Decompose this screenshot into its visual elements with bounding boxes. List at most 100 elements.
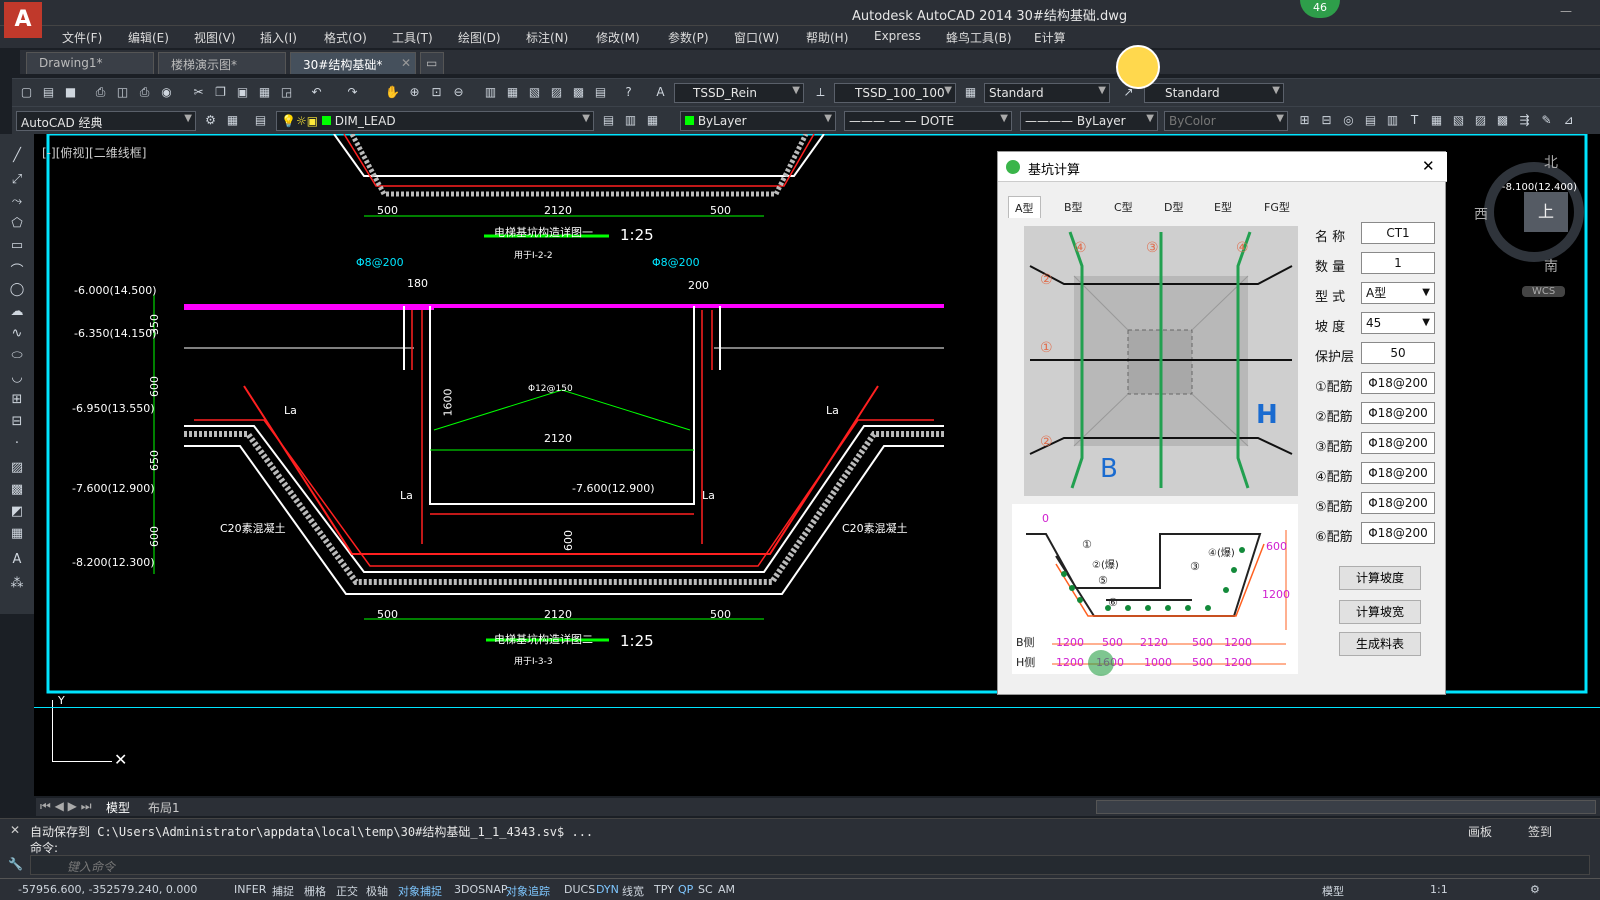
tssd-tool-2-icon[interactable]: ⊟ [1318,112,1335,129]
dim-style-icon[interactable]: ⟂ [812,84,829,101]
rebar3-input[interactable]: Φ18@200 [1361,432,1435,454]
toggle-grid[interactable]: 栅格 [304,883,326,899]
add-selected-icon[interactable]: ⁂ [8,576,26,594]
tab-type-a[interactable]: A型 [1008,196,1041,218]
layer-select[interactable]: 💡☼▣ DIM_LEAD ▼ [276,111,594,131]
arc-icon[interactable]: ⌒ [8,260,26,279]
cut-icon[interactable]: ✂ [190,84,207,101]
rebar1-input[interactable]: Φ18@200 [1361,372,1435,394]
designcenter-icon[interactable]: ▦ [504,84,521,101]
dim-style-select[interactable]: TSSD_100_100 ▼ [834,83,956,103]
calc-slope-width-button[interactable]: 计算坡宽 [1339,600,1421,624]
type-select[interactable]: A型 ▼ [1361,282,1435,304]
table-style-icon[interactable]: ▦ [962,84,979,101]
menu-draw[interactable]: 绘图(D) [458,29,501,46]
match-icon[interactable]: ▦ [256,84,273,101]
hatch-icon[interactable]: ▨ [8,460,26,478]
panel-tab-drawing[interactable]: 画板 [1454,821,1506,842]
point-icon[interactable]: · [8,436,26,454]
make-block-icon[interactable]: ⊟ [8,414,26,432]
menu-parametric[interactable]: 参数(P) [668,29,709,46]
toggle-infer[interactable]: INFER [234,883,266,896]
ellipse-arc-icon[interactable]: ◡ [8,370,26,388]
text-style-select[interactable]: TSSD_Rein ▼ [674,83,804,103]
markup-icon[interactable]: ▩ [570,84,587,101]
coordinates[interactable]: -57956.600, -352579.240, 0.000 [18,883,197,896]
rebar2-input[interactable]: Φ18@200 [1361,402,1435,424]
undo-icon[interactable]: ↶ [308,84,325,101]
tab-layout1[interactable]: 布局1 [148,799,180,816]
layer-current-icon[interactable]: ▤ [600,112,617,129]
preview-icon[interactable]: ◫ [114,84,131,101]
tssd-tool-11-icon[interactable]: ⇶ [1516,112,1533,129]
rectangle-icon[interactable]: ▭ [8,238,26,256]
toggle-ducs[interactable]: DUCS [564,883,595,896]
new-icon[interactable]: ▢ [18,84,35,101]
app-logo-icon[interactable]: A [4,2,42,38]
linetype-select[interactable]: ——— — — DOTE ▼ [844,111,1012,131]
tab-type-b[interactable]: B型 [1058,196,1089,218]
tab-nav-icon[interactable]: ⏮ ◀ ▶ ⏭ [40,799,92,814]
cover-input[interactable]: 50 [1361,342,1435,364]
menu-help[interactable]: 帮助(H) [806,29,848,46]
tssd-tool-8-icon[interactable]: ▧ [1450,112,1467,129]
generate-material-list-button[interactable]: 生成料表 [1339,632,1421,656]
copy-icon[interactable]: ❐ [212,84,229,101]
print-icon[interactable]: ⎙ [92,84,109,101]
tssd-tool-4-icon[interactable]: ▤ [1362,112,1379,129]
plotstyle-select[interactable]: ByColor ▼ [1164,111,1288,131]
sheetset-icon[interactable]: ▨ [548,84,565,101]
minimize-icon[interactable]: — [1560,4,1572,18]
publish-icon[interactable]: ◉ [158,84,175,101]
zoom-previous-icon[interactable]: ⊖ [450,84,467,101]
toggle-qp[interactable]: QP [678,883,693,896]
plot-icon[interactable]: ⎙ [136,84,153,101]
toggle-dyn[interactable]: DYN [596,883,619,896]
table-style-select[interactable]: Standard ▼ [984,83,1110,103]
spline-icon[interactable]: ∿ [8,326,26,344]
compass-north[interactable]: 北 [1544,152,1558,172]
revcloud-icon[interactable]: ☁ [8,304,26,322]
layer-previous-icon[interactable]: ▥ [622,112,639,129]
rebar5-input[interactable]: Φ18@200 [1361,492,1435,514]
tssd-tool-5-icon[interactable]: ▥ [1384,112,1401,129]
tssd-tool-9-icon[interactable]: ▨ [1472,112,1489,129]
gear-icon[interactable]: ⚙ [202,112,219,129]
mtext-icon[interactable]: A [8,552,26,570]
polygon-icon[interactable]: ⬠ [8,216,26,234]
tab-type-c[interactable]: C型 [1108,196,1139,218]
calc-slope-button[interactable]: 计算坡度 [1339,566,1421,590]
calculator-icon[interactable]: ▤ [592,84,609,101]
annotation-scale[interactable]: 1:1 [1430,883,1448,896]
line-icon[interactable]: ╱ [8,148,26,166]
open-icon[interactable]: ▤ [40,84,57,101]
zoom-realtime-icon[interactable]: ⊕ [406,84,423,101]
gradient-icon[interactable]: ▩ [8,482,26,500]
compass-west[interactable]: 西 [1474,204,1488,224]
rebar4-input[interactable]: Φ18@200 [1361,462,1435,484]
color-select[interactable]: ByLayer ▼ [680,111,836,131]
tab-model[interactable]: 模型 [106,799,130,816]
toggle-snap[interactable]: 捕捉 [272,883,294,899]
toggle-osnap[interactable]: 对象捕捉 [398,883,442,899]
menu-tools[interactable]: 工具(T) [392,29,433,46]
toggle-sc[interactable]: SC [698,883,713,896]
menu-edit[interactable]: 编辑(E) [128,29,169,46]
save-icon[interactable]: ■ [62,84,79,101]
toggle-am[interactable]: AM [718,883,735,896]
construction-line-icon[interactable]: ⤢ [8,172,26,190]
mleader-style-select[interactable]: Standard ▼ [1144,83,1284,103]
new-tab-icon[interactable]: ▭ [420,52,444,74]
menu-view[interactable]: 视图(V) [194,29,236,46]
close-icon[interactable]: ✕ [1422,157,1435,175]
tab-drawing1[interactable]: Drawing1* [26,52,154,74]
gear-icon[interactable]: ⚙ [1530,883,1540,896]
tab-structure-foundation[interactable]: 30#结构基础* ✕ [290,52,416,74]
text-style-icon[interactable]: A [652,84,669,101]
toggle-lineweight[interactable]: 线宽 [622,883,644,899]
insert-block-icon[interactable]: ⊞ [8,392,26,410]
menu-modify[interactable]: 修改(M) [596,29,640,46]
table-icon[interactable]: ▦ [8,526,26,544]
tab-type-d[interactable]: D型 [1158,196,1189,218]
layer-manager-icon[interactable]: ▤ [252,112,269,129]
